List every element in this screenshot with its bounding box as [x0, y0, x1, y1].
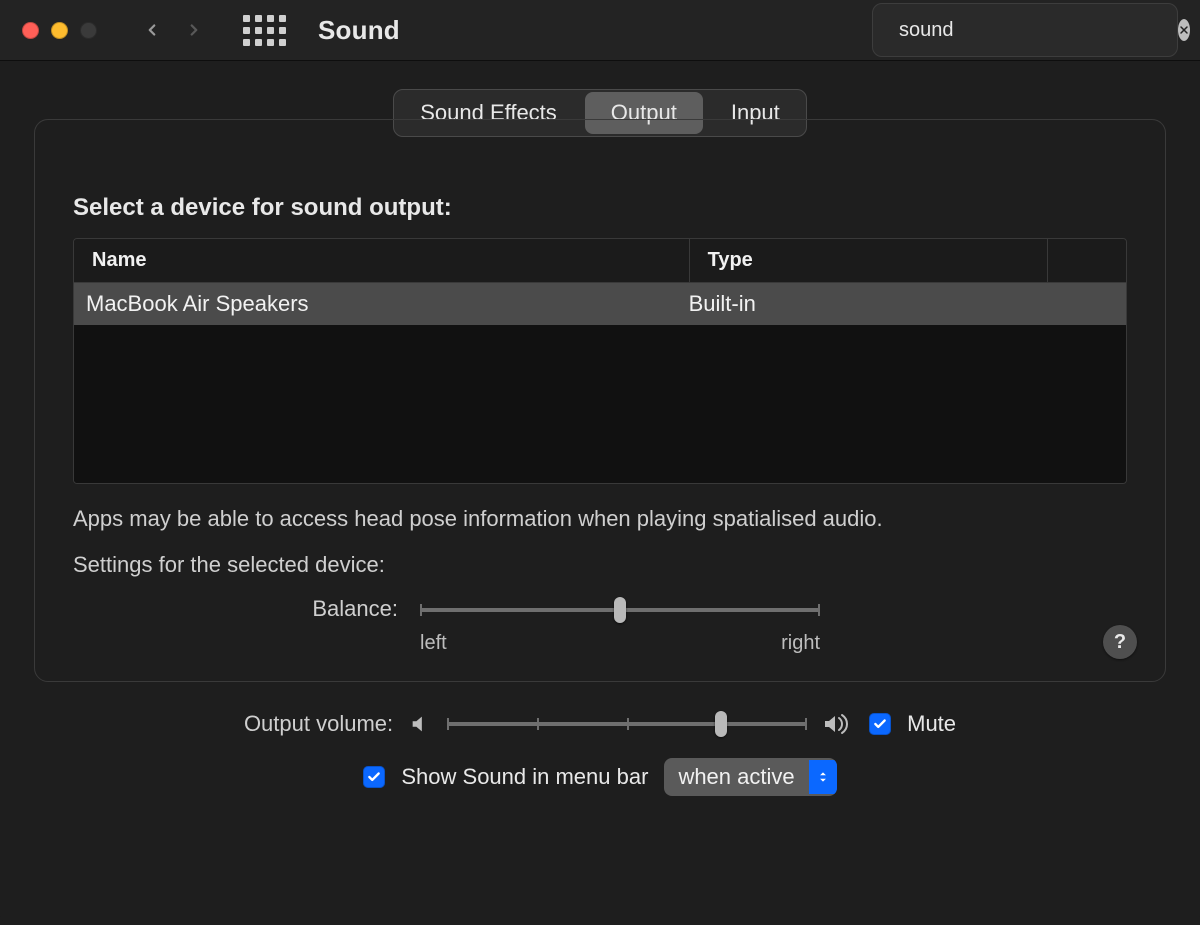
menubar-row: Show Sound in menu bar when active	[363, 758, 836, 796]
show-sound-menubar-checkbox[interactable]	[363, 766, 385, 788]
footer: Output volume: Mute	[0, 710, 1200, 796]
output-volume-knob[interactable]	[715, 711, 727, 737]
zoom-button[interactable]	[80, 22, 97, 39]
search-input[interactable]	[897, 18, 1166, 43]
clear-search-button[interactable]	[1178, 19, 1190, 41]
output-volume-row: Output volume: Mute	[244, 710, 956, 738]
balance-label: Balance:	[73, 596, 398, 622]
output-heading: Select a device for sound output:	[73, 194, 1127, 222]
output-volume-label: Output volume:	[244, 711, 393, 737]
toolbar: Sound	[0, 0, 1200, 61]
balance-row: Balance: left right	[73, 596, 1127, 655]
show-all-button[interactable]	[243, 15, 286, 46]
search-field[interactable]	[872, 3, 1178, 57]
mute-checkbox[interactable]	[869, 713, 891, 735]
forward-button[interactable]	[185, 21, 203, 39]
output-volume-slider[interactable]	[447, 710, 807, 738]
col-name[interactable]: Name	[74, 239, 690, 282]
device-settings-heading: Settings for the selected device:	[73, 552, 1127, 578]
help-button[interactable]: ?	[1103, 625, 1137, 659]
stepper-icon	[809, 760, 837, 794]
table-row[interactable]: MacBook Air Speakers Built-in	[74, 283, 1126, 325]
minimize-button[interactable]	[51, 22, 68, 39]
balance-left-label: left	[420, 632, 447, 655]
output-device-table: Name Type MacBook Air Speakers Built-in	[73, 238, 1127, 484]
balance-right-label: right	[781, 632, 820, 655]
col-type[interactable]: Type	[690, 239, 1047, 282]
col-trailing	[1047, 239, 1126, 282]
menubar-visibility-value: when active	[664, 758, 808, 796]
back-button[interactable]	[143, 21, 161, 39]
balance-slider[interactable]	[420, 596, 820, 624]
cell-name: MacBook Air Speakers	[74, 283, 677, 325]
close-button[interactable]	[22, 22, 39, 39]
table-header: Name Type	[74, 239, 1126, 283]
volume-low-icon	[409, 713, 431, 735]
main-panel: Select a device for sound output: Name T…	[34, 119, 1166, 682]
balance-knob[interactable]	[614, 597, 626, 623]
spatial-audio-note: Apps may be able to access head pose inf…	[73, 506, 1127, 532]
page-title: Sound	[318, 15, 400, 46]
show-sound-menubar-label: Show Sound in menu bar	[401, 764, 648, 790]
volume-high-icon	[823, 712, 853, 736]
cell-type: Built-in	[677, 283, 1126, 325]
menubar-visibility-select[interactable]: when active	[664, 758, 836, 796]
table-body[interactable]: MacBook Air Speakers Built-in	[74, 283, 1126, 483]
mute-label: Mute	[907, 711, 956, 737]
nav-buttons	[143, 21, 203, 39]
window-controls	[22, 22, 97, 39]
